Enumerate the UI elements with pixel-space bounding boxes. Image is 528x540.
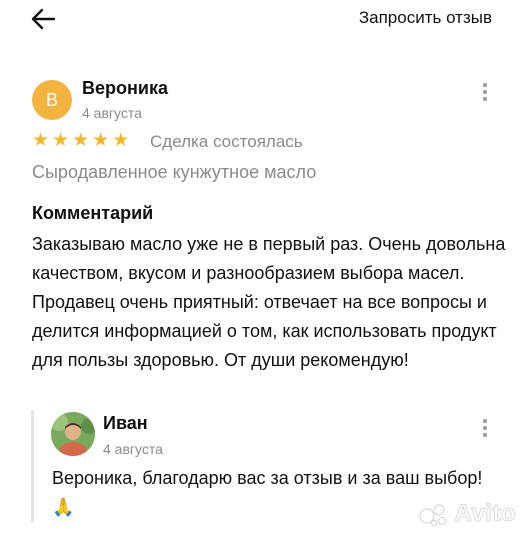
avatar[interactable]: В bbox=[32, 80, 72, 120]
rating-stars: ★ ★ ★ ★ ★ bbox=[32, 131, 129, 151]
review-author-name[interactable]: Вероника bbox=[82, 78, 168, 99]
star-icon: ★ bbox=[52, 130, 70, 151]
star-icon: ★ bbox=[92, 130, 110, 151]
star-icon: ★ bbox=[72, 130, 90, 151]
star-icon: ★ bbox=[32, 130, 50, 151]
deal-status: Сделка состоялась bbox=[150, 132, 303, 151]
more-options-icon[interactable] bbox=[475, 80, 495, 104]
request-review-link[interactable]: Запросить отзыв bbox=[359, 8, 492, 28]
star-icon: ★ bbox=[112, 130, 130, 151]
reply-date: 4 августа bbox=[103, 441, 163, 457]
comment-heading: Комментарий bbox=[32, 203, 154, 223]
reply-more-options-icon[interactable] bbox=[475, 416, 495, 440]
person-photo-icon bbox=[51, 412, 95, 456]
avito-watermark: Avito bbox=[418, 500, 516, 528]
watermark-text: Avito bbox=[454, 500, 516, 528]
avito-logo-icon bbox=[419, 504, 447, 527]
product-name[interactable]: Сыродавленное кунжутное масло bbox=[32, 162, 316, 183]
reply-indent-bar bbox=[31, 410, 34, 522]
back-arrow-icon[interactable] bbox=[28, 4, 58, 34]
comment-text: Заказываю масло уже не в первый раз. Оче… bbox=[32, 234, 506, 370]
seller-avatar[interactable] bbox=[51, 412, 95, 456]
review-date: 4 августа bbox=[82, 105, 142, 121]
reply-author-name[interactable]: Иван bbox=[103, 413, 148, 434]
